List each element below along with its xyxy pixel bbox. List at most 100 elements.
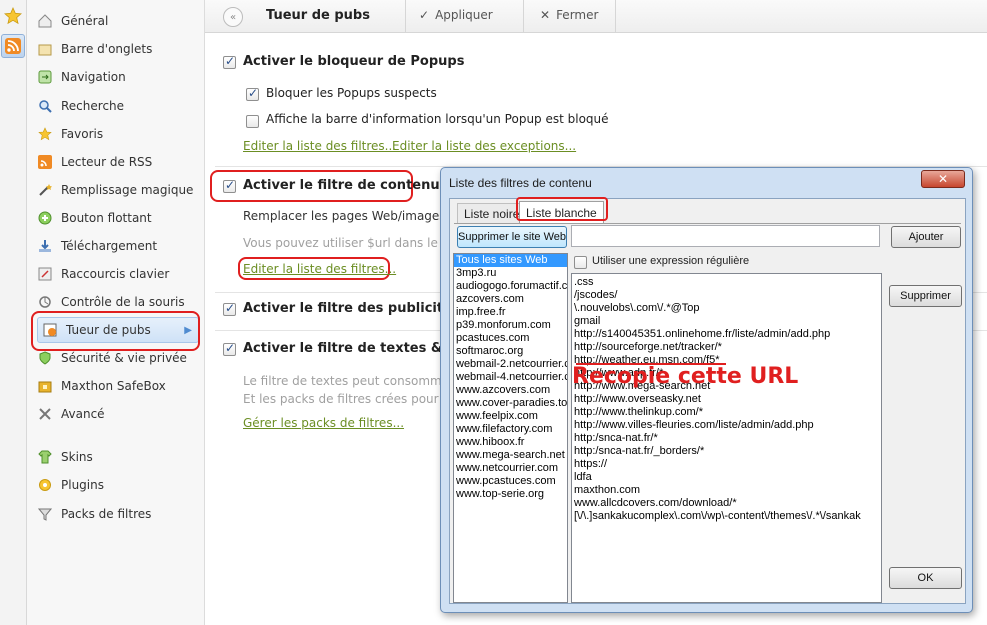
delete-label: Supprimer: [900, 290, 951, 302]
popup-blocker-checkbox[interactable]: [223, 54, 236, 69]
shirt-icon: [37, 449, 53, 465]
dialog-close-icon[interactable]: ✕: [921, 170, 965, 188]
menu-item-favorites[interactable]: Favoris: [37, 123, 199, 145]
filter-list-item[interactable]: http://www.thelinkup.com/*: [572, 406, 881, 419]
filter-list-item[interactable]: http:/snca-nat.fr/*: [572, 432, 881, 445]
site-list-item[interactable]: www.azcovers.com: [454, 384, 567, 397]
apply-button[interactable]: ✓ Appliquer: [419, 8, 493, 22]
filter-list-item[interactable]: /jscodes/: [572, 289, 881, 302]
back-icon[interactable]: «: [223, 7, 243, 27]
search-icon: [37, 98, 53, 114]
magic-wand-icon: [37, 182, 53, 198]
menu-item-label: Lecteur de RSS: [61, 155, 153, 169]
menu-item-floating-button[interactable]: Bouton flottant: [37, 207, 199, 229]
icon-rail: [0, 0, 27, 625]
content-filter-desc: Remplacer les pages Web/images/ar: [243, 209, 462, 223]
menu-item-navigation[interactable]: Navigation: [37, 66, 199, 88]
edit-exceptions-link[interactable]: Editer la liste des exceptions...: [392, 139, 576, 153]
close-button[interactable]: ✕ Fermer: [540, 8, 598, 22]
sites-list[interactable]: Tous les sites Web 3mp3.ru audiogogo.forum…: [453, 253, 568, 603]
rss-icon[interactable]: [1, 34, 25, 58]
menu-item-tabbar[interactable]: Barre d'onglets: [37, 38, 199, 60]
filter-list-item[interactable]: http:/snca-nat.fr/_borders/*: [572, 445, 881, 458]
edit-content-filters-link[interactable]: Editer la liste des filtres...: [243, 262, 396, 276]
filter-list-item[interactable]: http://www.overseasky.net: [572, 393, 881, 406]
info-bar-label: Affiche la barre d'information lorsqu'un…: [266, 112, 609, 126]
home-icon: [37, 13, 53, 29]
menu-item-keyboard-shortcuts[interactable]: Raccourcis clavier: [37, 263, 199, 285]
add-button[interactable]: Ajouter: [891, 226, 961, 248]
check-icon: ✓: [419, 8, 430, 22]
filter-list-item[interactable]: .css: [572, 276, 881, 289]
filter-list-item[interactable]: gmail: [572, 315, 881, 328]
menu-item-plugins[interactable]: Plugins: [37, 474, 199, 496]
filter-list-item[interactable]: https://: [572, 458, 881, 471]
site-list-item[interactable]: www.cover-paradies.to: [454, 397, 567, 410]
filter-list-item[interactable]: http://sourceforge.net/tracker/*: [572, 341, 881, 354]
menu-item-safebox[interactable]: Maxthon SafeBox: [37, 375, 199, 397]
site-list-item[interactable]: webmail-2.netcourrier.cc: [454, 358, 567, 371]
site-list-item[interactable]: www.filefactory.com: [454, 423, 567, 436]
filter-input[interactable]: [571, 225, 880, 247]
menu-item-label: Recherche: [61, 99, 125, 113]
menu-item-label: Packs de filtres: [61, 507, 152, 521]
rss-icon: [37, 154, 53, 170]
navigation-icon: [37, 69, 53, 85]
filter-list-item[interactable]: [\/\.]sankakucomplex\.com\/wp\-content\/…: [572, 510, 881, 523]
menu-item-label: Barre d'onglets: [61, 42, 153, 56]
site-list-item[interactable]: pcastuces.com: [454, 332, 567, 345]
remove-site-button[interactable]: Supprimer le site Web: [457, 226, 567, 248]
menu-item-mouse-control[interactable]: Contrôle de la souris: [37, 291, 199, 313]
menu-item-magic-fill[interactable]: Remplissage magique: [37, 179, 199, 201]
filter-list-item[interactable]: maxthon.com: [572, 484, 881, 497]
menu-item-filter-packs[interactable]: Packs de filtres: [37, 503, 199, 525]
text-filter-checkbox[interactable]: [223, 341, 236, 356]
edit-popup-filters-link[interactable]: Editer la liste des filtres...: [243, 139, 396, 153]
menu-item-skins[interactable]: Skins: [37, 446, 199, 468]
site-list-item[interactable]: 3mp3.ru: [454, 267, 567, 280]
ok-button[interactable]: OK: [889, 567, 962, 589]
menu-item-rss[interactable]: Lecteur de RSS: [37, 151, 199, 173]
site-list-item[interactable]: www.pcastuces.com: [454, 475, 567, 488]
filter-list-item[interactable]: www.allcdcovers.com/download/*: [572, 497, 881, 510]
menu-item-advanced[interactable]: Avancé: [37, 403, 199, 425]
menu-item-download[interactable]: Téléchargement: [37, 235, 199, 257]
site-list-item[interactable]: azcovers.com: [454, 293, 567, 306]
site-list-item[interactable]: www.top-serie.org: [454, 488, 567, 501]
site-list-item[interactable]: www.netcourrier.com: [454, 462, 567, 475]
site-list-item[interactable]: p39.monforum.com: [454, 319, 567, 332]
filter-list-item[interactable]: http://s140045351.onlinehome.fr/liste/ad…: [572, 328, 881, 341]
site-list-item[interactable]: www.mega-search.net: [454, 449, 567, 462]
regex-checkbox[interactable]: [574, 256, 587, 269]
download-icon: [37, 238, 53, 254]
menu-item-label: Sécurité & vie privée: [61, 351, 187, 365]
menu-item-label: Raccourcis clavier: [61, 267, 170, 281]
plus-circle-icon: [37, 210, 53, 226]
annotation-text: Recopie cette URL: [572, 364, 799, 389]
site-list-item[interactable]: softmaroc.org: [454, 345, 567, 358]
info-bar-checkbox[interactable]: [246, 115, 259, 128]
block-suspect-popups-checkbox[interactable]: [246, 86, 259, 101]
site-list-item[interactable]: Tous les sites Web: [454, 254, 567, 267]
menu-item-label: Général: [61, 14, 109, 28]
site-list-item[interactable]: webmail-4.netcourrier.cc: [454, 371, 567, 384]
menu-item-search[interactable]: Recherche: [37, 95, 199, 117]
site-list-item[interactable]: imp.free.fr: [454, 306, 567, 319]
site-list-item[interactable]: www.feelpix.com: [454, 410, 567, 423]
menu-item-general[interactable]: Général: [37, 10, 199, 32]
menu-item-label: Avancé: [61, 407, 105, 421]
filter-list-item[interactable]: http://www.villes-fleuries.com/liste/adm…: [572, 419, 881, 432]
menu-item-label: Remplissage magique: [61, 183, 194, 197]
filters-list[interactable]: .css/jscodes/\.nouvelobs\.com\/.*@Top gma…: [571, 273, 882, 603]
manage-filter-packs-link[interactable]: Gérer les packs de filtres...: [243, 416, 404, 430]
delete-button[interactable]: Supprimer: [889, 285, 962, 307]
site-list-item[interactable]: www.hiboox.fr: [454, 436, 567, 449]
ads-filter-checkbox[interactable]: [223, 301, 236, 316]
content-filter-checkbox[interactable]: [223, 178, 236, 193]
favorites-star-icon[interactable]: [1, 4, 25, 28]
site-list-item[interactable]: audiogogo.forumactif.cc: [454, 280, 567, 293]
menu-item-label: Favoris: [61, 127, 104, 141]
filter-list-item[interactable]: ldfa: [572, 471, 881, 484]
remove-site-label: Supprimer le site Web: [458, 231, 567, 243]
filter-list-item[interactable]: \.nouvelobs\.com\/.*@Top: [572, 302, 881, 315]
